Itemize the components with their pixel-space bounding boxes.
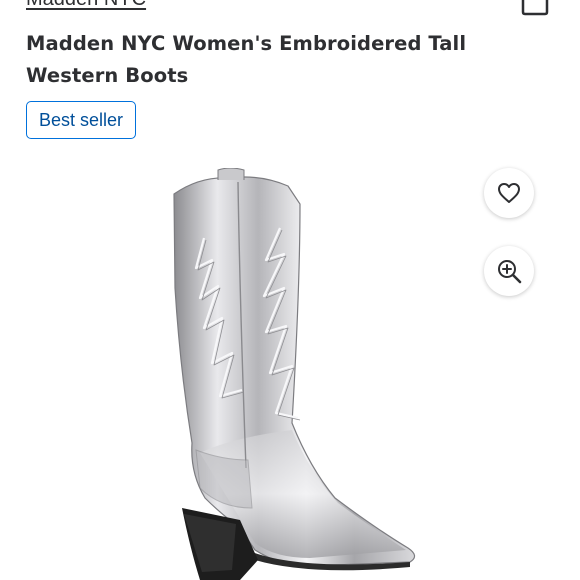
product-image xyxy=(173,168,416,580)
zoom-in-icon xyxy=(498,260,522,284)
heart-icon xyxy=(498,183,520,203)
product-title: Madden NYC Women's Embroidered Tall West… xyxy=(26,32,467,87)
shopping-bag-icon[interactable] xyxy=(520,0,550,16)
zoom-button[interactable] xyxy=(484,246,534,296)
best-seller-badge: Best seller xyxy=(26,101,137,139)
favorite-button[interactable] xyxy=(484,168,534,218)
brand-link[interactable]: Madden NYC xyxy=(26,0,146,11)
